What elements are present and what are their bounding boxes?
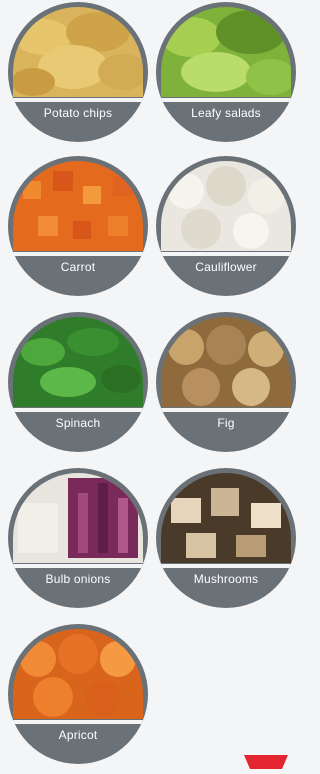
tile-mushrooms[interactable]: Mushrooms (152, 468, 300, 618)
tile-potato-chips[interactable]: Potato chips (4, 2, 152, 152)
potato-chips-photo (13, 7, 143, 97)
tile-fig[interactable]: Fig (152, 312, 300, 462)
tile-circle: Apricot (8, 624, 148, 764)
tile-spinach[interactable]: Spinach (4, 312, 152, 462)
divider (8, 252, 148, 256)
tile-cauliflower[interactable]: Cauliflower (152, 156, 300, 306)
tile-label: Bulb onions (45, 572, 111, 586)
tile-leafy-salads[interactable]: Leafy salads (152, 2, 300, 152)
spinach-photo (13, 317, 143, 407)
mushrooms-photo (161, 473, 291, 563)
divider (8, 564, 148, 568)
tile-circle: Cauliflower (156, 156, 296, 296)
apricot-photo (13, 629, 143, 719)
carrot-photo (13, 161, 143, 251)
tile-circle: Spinach (8, 312, 148, 452)
divider (156, 252, 296, 256)
tile-label: Mushrooms (193, 572, 259, 586)
tile-label: Leafy salads (191, 106, 261, 120)
bulb-onions-photo (13, 473, 143, 563)
leafy-salads-photo (161, 7, 291, 97)
tile-circle: Mushrooms (156, 468, 296, 608)
tile-apricot[interactable]: Apricot (4, 624, 152, 774)
tile-circle: Fig (156, 312, 296, 452)
tile-bulb-onions[interactable]: Bulb onions (4, 468, 152, 618)
tile-label: Potato chips (43, 106, 113, 120)
tile-label: Carrot (60, 260, 96, 274)
tile-label: Fig (217, 416, 235, 430)
divider (8, 98, 148, 102)
tile-carrot[interactable]: Carrot (4, 156, 152, 306)
fig-photo (161, 317, 291, 407)
divider (156, 98, 296, 102)
tile-circle: Leafy salads (156, 2, 296, 142)
divider (8, 408, 148, 412)
tile-label: Spinach (55, 416, 101, 430)
cauliflower-photo (161, 161, 291, 251)
divider (156, 408, 296, 412)
divider (8, 720, 148, 724)
tile-circle: Carrot (8, 156, 148, 296)
tile-circle: Potato chips (8, 2, 148, 142)
tile-circle: Bulb onions (8, 468, 148, 608)
tile-label: Apricot (58, 728, 98, 742)
divider (156, 564, 296, 568)
tile-label: Cauliflower (195, 260, 257, 274)
